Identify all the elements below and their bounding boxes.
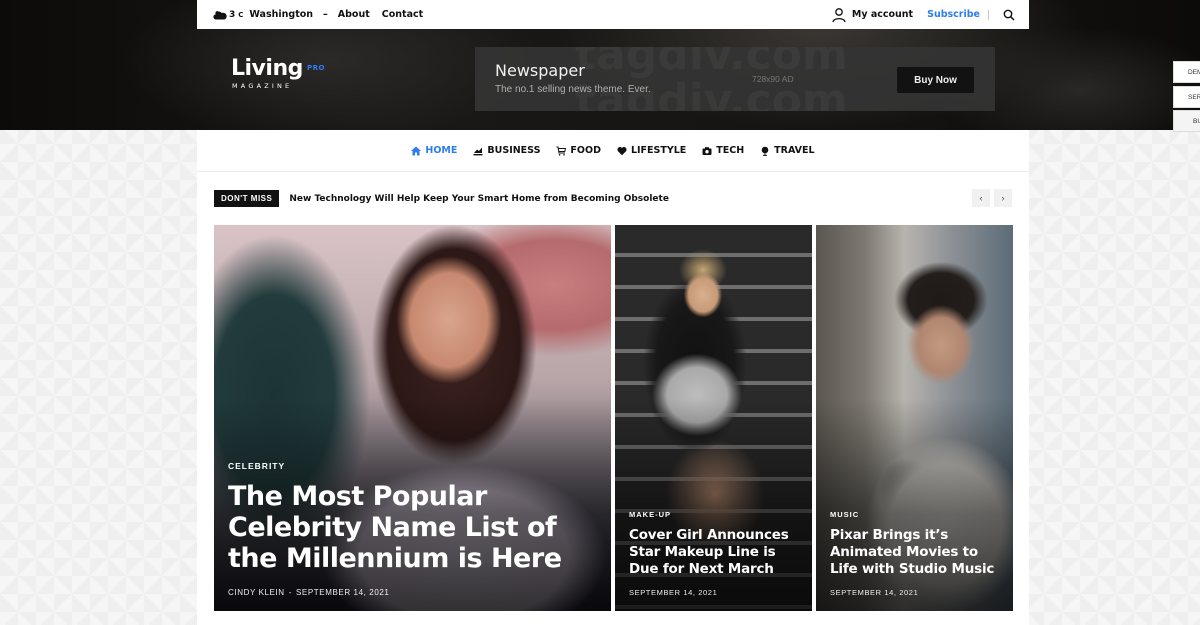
article-meta: SEPTEMBER 14, 2021 <box>830 588 1001 597</box>
subscribe-link[interactable]: Subscribe <box>927 9 980 20</box>
user-icon[interactable] <box>831 7 847 23</box>
nav-label: FOOD <box>570 145 601 156</box>
top-bar: 3 C Washington – About Contact My accoun… <box>197 0 1029 29</box>
meta-separator: - <box>288 588 292 597</box>
site-logo[interactable]: Living PRO MAGAZINE <box>231 56 324 91</box>
article-date: SEPTEMBER 14, 2021 <box>830 588 919 597</box>
weather-location: Washington <box>249 9 314 20</box>
article-title[interactable]: Pixar Brings it’s Animated Movies to Lif… <box>830 527 1001 578</box>
nav-label: TECH <box>716 145 745 156</box>
header-ad-banner[interactable]: tagdiv.com tagdiv.com Newspaper The no.1… <box>475 47 995 111</box>
top-bar-left: 3 C Washington – About Contact <box>197 9 435 20</box>
nav-item-food[interactable]: FOOD <box>556 145 601 156</box>
article-meta: CINDY KLEIN - SEPTEMBER 14, 2021 <box>228 588 599 597</box>
side-tab-buy[interactable]: BUY <box>1173 110 1200 132</box>
nav-label: HOME <box>425 145 458 156</box>
featured-card[interactable]: MUSIC Pixar Brings it’s Animated Movies … <box>816 225 1013 611</box>
card-body: MAKE-UP Cover Girl Announces Star Makeup… <box>629 510 800 597</box>
logo-pro-badge: PRO <box>307 64 325 72</box>
article-meta: SEPTEMBER 14, 2021 <box>629 588 800 597</box>
category-label[interactable]: CELEBRITY <box>228 461 599 471</box>
card-body: CELEBRITY The Most Popular Celebrity Nam… <box>228 461 599 597</box>
logo-subtitle: MAGAZINE <box>232 82 293 90</box>
my-account-link[interactable]: My account <box>852 9 913 20</box>
nav-item-business[interactable]: BUSINESS <box>473 145 540 156</box>
ticker-next-button[interactable]: › <box>994 189 1012 207</box>
top-bar-right: My account Subscribe <box>831 7 1029 23</box>
cart-icon <box>556 146 567 156</box>
chart-icon <box>473 147 483 155</box>
ad-size-label: 728x90 AD <box>752 74 794 84</box>
heart-icon <box>617 146 627 155</box>
globe-icon <box>761 146 769 156</box>
weather-unit: C <box>238 10 244 19</box>
search-icon[interactable] <box>1003 9 1015 21</box>
ad-title: Newspaper <box>495 61 585 80</box>
camera-icon <box>702 146 712 155</box>
buy-now-button[interactable]: Buy Now <box>897 67 974 93</box>
ticker-headline[interactable]: New Technology Will Help Keep Your Smart… <box>289 194 669 204</box>
category-label[interactable]: MUSIC <box>830 510 1001 519</box>
side-tab-demos[interactable]: DEMOS <box>1173 61 1200 83</box>
top-bar-separator: – <box>323 9 328 20</box>
nav-label: LIFESTYLE <box>630 145 687 156</box>
nav-item-home[interactable]: HOME <box>411 145 457 156</box>
main-nav: HOME BUSINESS FOOD LIFESTYLE TECH TRAVEL <box>197 130 1029 172</box>
logo-wordmark: Living <box>231 56 303 81</box>
ticker-prev-button[interactable]: ‹ <box>972 189 990 207</box>
nav-item-travel[interactable]: TRAVEL <box>760 145 815 156</box>
nav-item-tech[interactable]: TECH <box>702 145 744 156</box>
article-date: SEPTEMBER 14, 2021 <box>295 588 390 597</box>
card-body: MUSIC Pixar Brings it’s Animated Movies … <box>830 510 1001 597</box>
weather-temperature: 3 <box>229 9 236 20</box>
article-date: SEPTEMBER 14, 2021 <box>629 588 718 597</box>
divider <box>988 9 989 20</box>
cloud-icon <box>213 10 227 19</box>
news-ticker: DON'T MISS New Technology Will Help Keep… <box>214 190 669 207</box>
dont-miss-badge: DON'T MISS <box>214 190 280 207</box>
nav-item-lifestyle[interactable]: LIFESTYLE <box>617 145 686 156</box>
top-link-about[interactable]: About <box>338 9 370 20</box>
category-label[interactable]: MAKE-UP <box>629 510 800 519</box>
home-icon <box>411 146 422 155</box>
author-name[interactable]: CINDY KLEIN <box>228 588 285 597</box>
ad-tagline: The no.1 selling news theme. Ever. <box>495 84 651 95</box>
article-title[interactable]: The Most Popular Celebrity Name List of … <box>228 481 599 574</box>
main-content: HOME BUSINESS FOOD LIFESTYLE TECH TRAVEL… <box>197 130 1029 625</box>
nav-label: TRAVEL <box>774 145 815 156</box>
featured-card[interactable]: MAKE-UP Cover Girl Announces Star Makeup… <box>615 225 812 611</box>
article-title[interactable]: Cover Girl Announces Star Makeup Line is… <box>629 527 800 578</box>
featured-card[interactable]: CELEBRITY The Most Popular Celebrity Nam… <box>214 225 611 611</box>
top-link-contact[interactable]: Contact <box>382 9 423 20</box>
side-tab-services[interactable]: SERVICES <box>1173 86 1200 108</box>
nav-label: BUSINESS <box>487 145 541 156</box>
